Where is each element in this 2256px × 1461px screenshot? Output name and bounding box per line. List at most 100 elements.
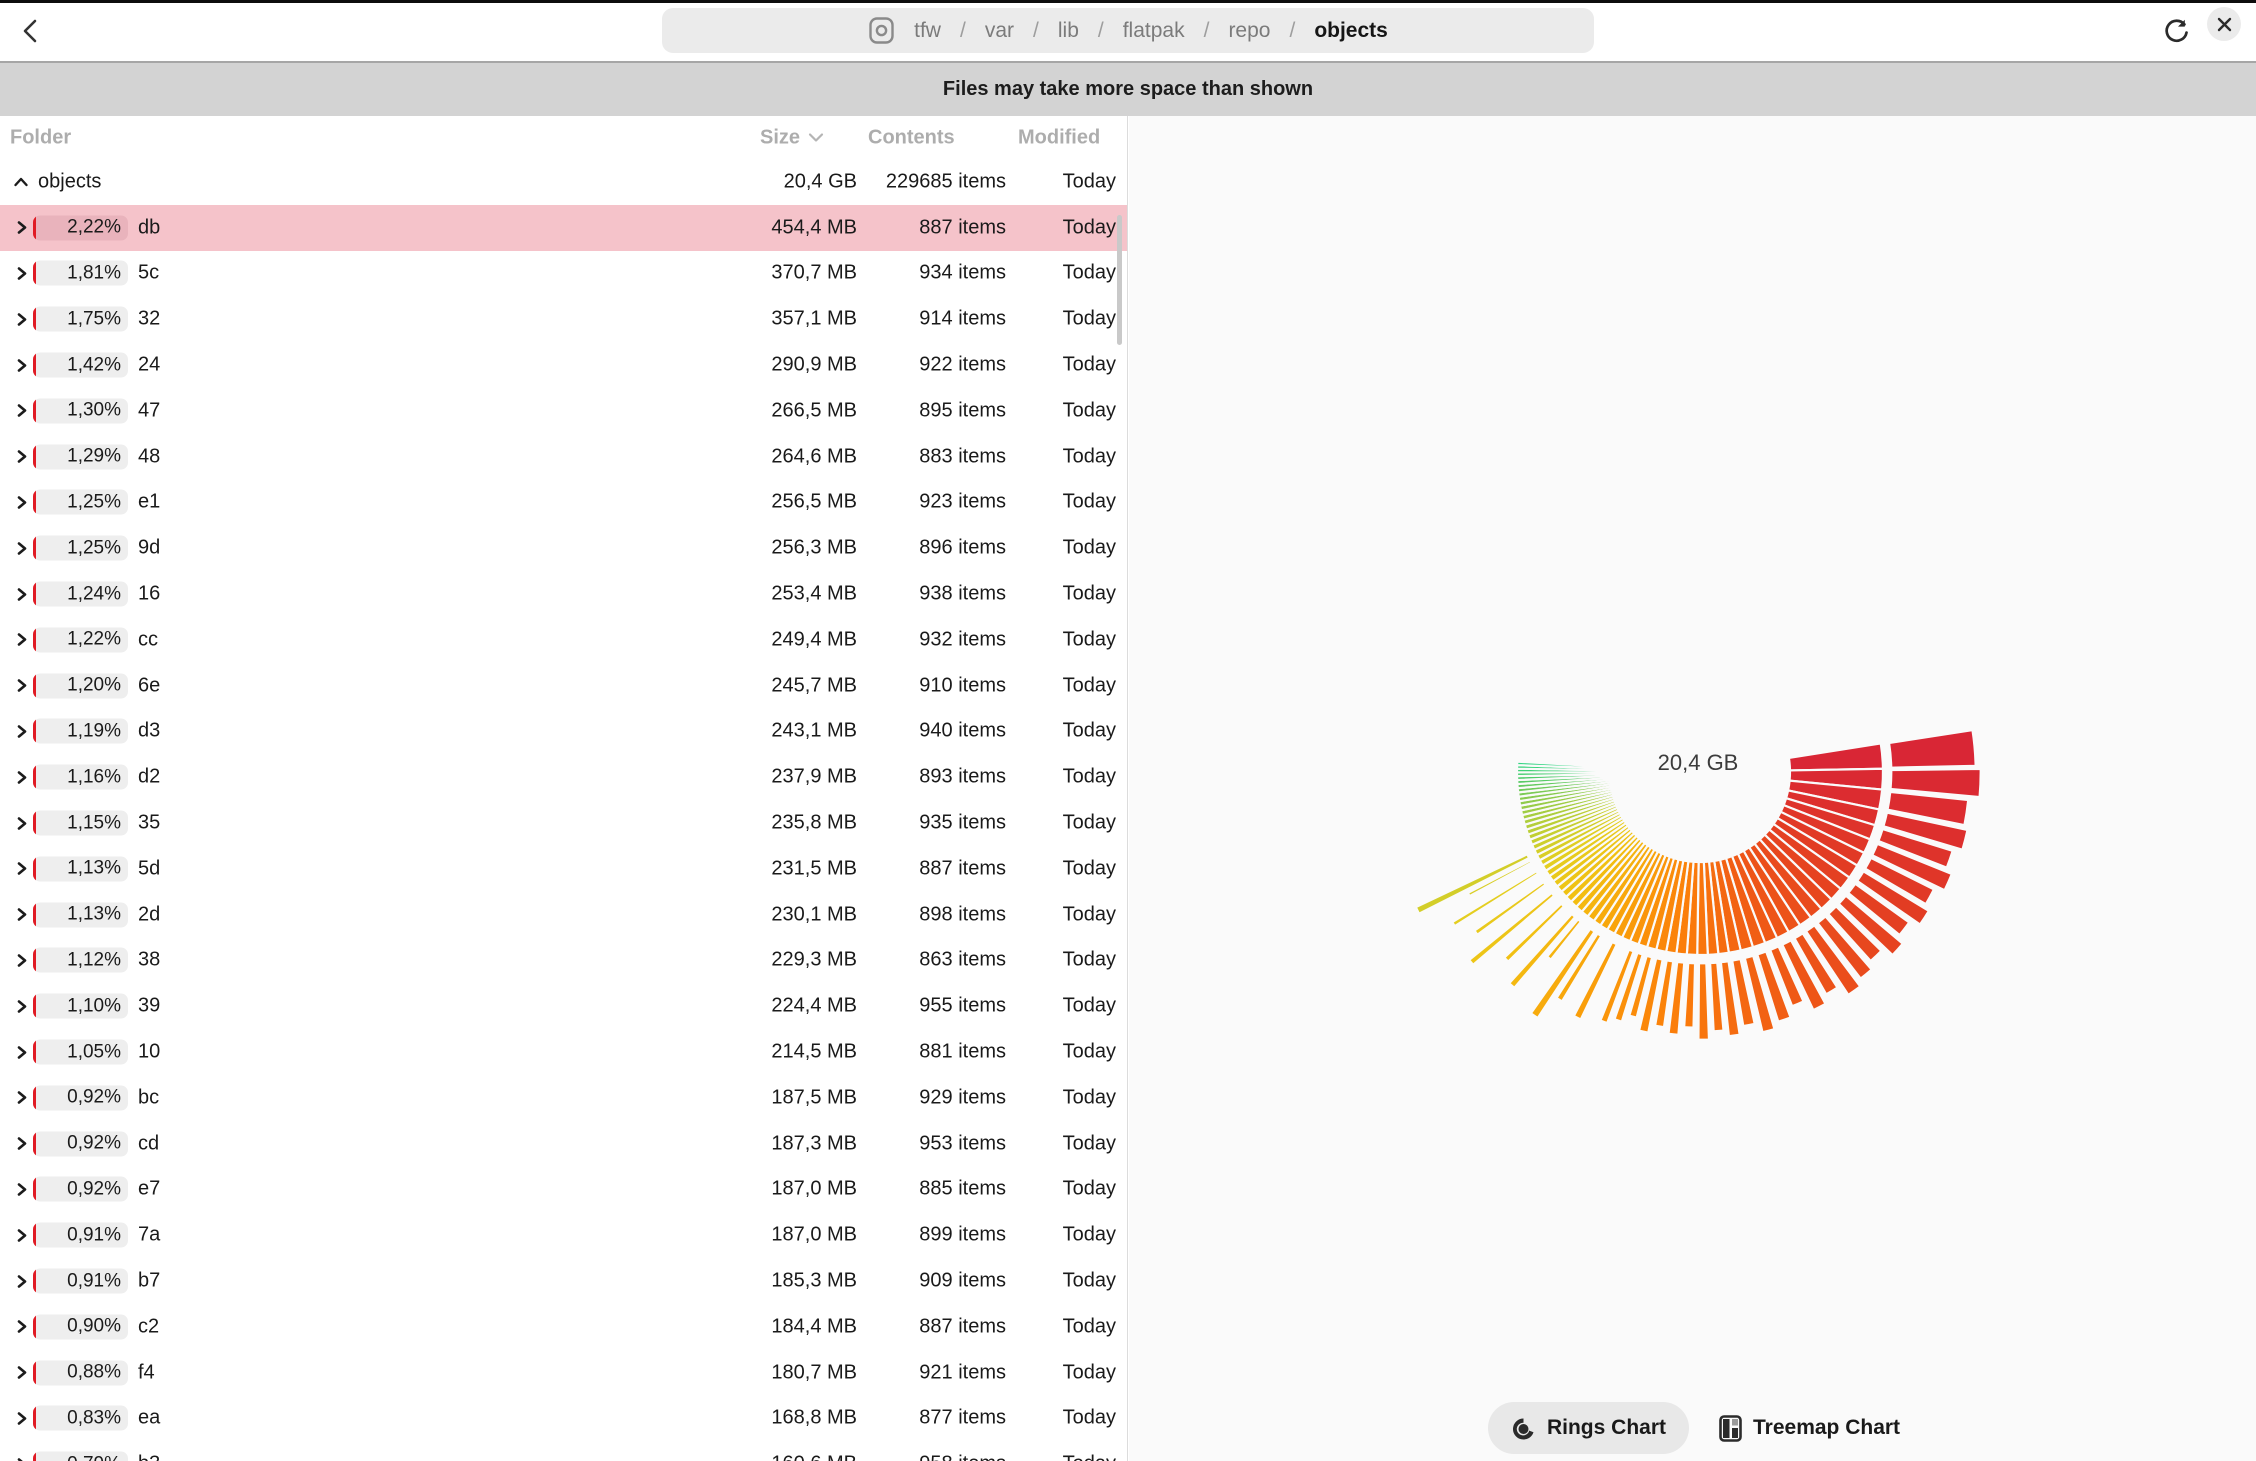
table-row-bc[interactable]: 0,92%bc187,5 MB929 itemsToday xyxy=(0,1075,1127,1121)
expand-icon[interactable] xyxy=(10,400,32,422)
expand-icon[interactable] xyxy=(10,904,32,926)
table-row-5c[interactable]: 1,81%5c370,7 MB934 itemsToday xyxy=(0,251,1127,297)
table-row-39[interactable]: 1,10%39224,4 MB955 itemsToday xyxy=(0,983,1127,1029)
table-row-9d[interactable]: 1,25%9d256,3 MB896 itemsToday xyxy=(0,525,1127,571)
table-row-5d[interactable]: 1,13%5d231,5 MB887 itemsToday xyxy=(0,846,1127,892)
breadcrumb-segment-var[interactable]: var xyxy=(985,19,1014,43)
folder-size: 185,3 MB xyxy=(771,1270,857,1293)
table-row-38[interactable]: 1,12%38229,3 MB863 itemsToday xyxy=(0,938,1127,984)
table-row-e7[interactable]: 0,92%e7187,0 MB885 itemsToday xyxy=(0,1167,1127,1213)
folder-name: 9d xyxy=(138,537,160,560)
expand-icon[interactable] xyxy=(10,858,32,880)
expand-icon[interactable] xyxy=(10,583,32,605)
ring-child-segment-e7[interactable] xyxy=(1698,963,1709,1040)
table-row-2d[interactable]: 1,13%2d230,1 MB898 itemsToday xyxy=(0,892,1127,938)
ring-child-segment-db[interactable] xyxy=(1889,730,1976,768)
breadcrumb-segment-objects[interactable]: objects xyxy=(1314,19,1388,43)
expand-icon[interactable] xyxy=(10,1224,32,1246)
table-row-10[interactable]: 1,05%10214,5 MB881 itemsToday xyxy=(0,1029,1127,1075)
table-row-cd[interactable]: 0,92%cd187,3 MB953 itemsToday xyxy=(0,1121,1127,1167)
percent-value: 0,90% xyxy=(67,1316,121,1338)
folder-name: c2 xyxy=(138,1315,159,1338)
expand-icon[interactable] xyxy=(10,1362,32,1384)
expand-icon[interactable] xyxy=(10,1316,32,1338)
ring-segment-db[interactable] xyxy=(1789,743,1883,770)
table-row-cc[interactable]: 1,22%cc249,4 MB932 itemsToday xyxy=(0,617,1127,663)
expand-icon[interactable] xyxy=(10,491,32,513)
table-row-ea[interactable]: 0,83%ea168,8 MB877 itemsToday xyxy=(0,1396,1127,1442)
expand-icon[interactable] xyxy=(10,812,32,834)
table-row-32[interactable]: 1,75%32357,1 MB914 itemsToday xyxy=(0,296,1127,342)
table-row-d3[interactable]: 1,19%d3243,1 MB940 itemsToday xyxy=(0,709,1127,755)
table-row-b7[interactable]: 0,91%b7185,3 MB909 itemsToday xyxy=(0,1258,1127,1304)
breadcrumb-segment-tfw[interactable]: tfw xyxy=(914,19,941,43)
breadcrumb-segment-lib[interactable]: lib xyxy=(1058,19,1079,43)
folder-size: 187,0 MB xyxy=(771,1224,857,1247)
table-row-c2[interactable]: 0,90%c2184,4 MB887 itemsToday xyxy=(0,1304,1127,1350)
expand-icon[interactable] xyxy=(10,1178,32,1200)
expand-icon[interactable] xyxy=(10,949,32,971)
table-row-e1[interactable]: 1,25%e1256,5 MB923 itemsToday xyxy=(0,480,1127,526)
percent-bar-fill xyxy=(33,856,36,881)
table-row-48[interactable]: 1,29%48264,6 MB883 itemsToday xyxy=(0,434,1127,480)
percent-bar-fill xyxy=(33,1177,36,1202)
table-row-16[interactable]: 1,24%16253,4 MB938 itemsToday xyxy=(0,571,1127,617)
table-row-d2[interactable]: 1,16%d2237,9 MB893 itemsToday xyxy=(0,754,1127,800)
expand-icon[interactable] xyxy=(10,537,32,559)
folder-contents: 909 items xyxy=(919,1270,1006,1293)
table-row-6e[interactable]: 1,20%6e245,7 MB910 itemsToday xyxy=(0,663,1127,709)
expand-icon[interactable] xyxy=(10,1041,32,1063)
scrollbar-thumb[interactable] xyxy=(1117,215,1122,345)
breadcrumb-segment-flatpak[interactable]: flatpak xyxy=(1123,19,1185,43)
table-row-db[interactable]: 2,22%db454,4 MB887 itemsToday xyxy=(0,205,1127,251)
expand-icon[interactable] xyxy=(10,766,32,788)
percent-value: 0,92% xyxy=(67,1133,121,1155)
column-header-folder[interactable]: Folder xyxy=(10,126,71,149)
percent-value: 0,88% xyxy=(67,1362,121,1384)
column-header-size[interactable]: Size xyxy=(760,126,824,149)
table-row-47[interactable]: 1,30%47266,5 MB895 itemsToday xyxy=(0,388,1127,434)
expand-icon[interactable] xyxy=(10,1453,32,1461)
expand-icon[interactable] xyxy=(10,217,32,239)
percent-bar-fill xyxy=(33,490,36,515)
folder-contents: 921 items xyxy=(919,1361,1006,1384)
table-row-35[interactable]: 1,15%35235,8 MB935 itemsToday xyxy=(0,800,1127,846)
expand-icon[interactable] xyxy=(10,1087,32,1109)
folder-contents: 953 items xyxy=(919,1132,1006,1155)
expand-icon[interactable] xyxy=(10,675,32,697)
table-row-24[interactable]: 1,42%24290,9 MB922 itemsToday xyxy=(0,342,1127,388)
rings-chart-label: Rings Chart xyxy=(1547,1416,1666,1440)
table-row-b3[interactable]: 0,79%b3160,6 MB958 itemsToday xyxy=(0,1441,1127,1461)
expand-icon[interactable] xyxy=(10,1270,32,1292)
breadcrumb[interactable]: tfw/var/lib/flatpak/repo/objects xyxy=(662,8,1594,53)
expand-icon[interactable] xyxy=(10,354,32,376)
expand-icon[interactable] xyxy=(10,1133,32,1155)
folder-size: 229,3 MB xyxy=(771,949,857,972)
percent-bar-fill xyxy=(33,444,36,469)
table-row-f4[interactable]: 0,88%f4180,7 MB921 itemsToday xyxy=(0,1350,1127,1396)
collapse-icon[interactable] xyxy=(10,171,32,193)
ring-child-segment-7a[interactable] xyxy=(1684,963,1696,1028)
folder-modified: Today xyxy=(1063,216,1116,239)
back-button[interactable] xyxy=(10,10,52,52)
table-row-objects[interactable]: objects20,4 GB229685 itemsToday xyxy=(0,159,1127,205)
reload-button[interactable] xyxy=(2154,9,2198,53)
folder-contents: 229685 items xyxy=(886,170,1006,193)
table-row-7a[interactable]: 0,91%7a187,0 MB899 itemsToday xyxy=(0,1212,1127,1258)
expand-icon[interactable] xyxy=(10,446,32,468)
expand-icon[interactable] xyxy=(10,720,32,742)
expand-icon[interactable] xyxy=(10,629,32,651)
rings-chart-button[interactable]: Rings Chart xyxy=(1488,1402,1689,1454)
expand-icon[interactable] xyxy=(10,262,32,284)
folder-contents: 940 items xyxy=(919,720,1006,743)
expand-icon[interactable] xyxy=(10,995,32,1017)
expand-icon[interactable] xyxy=(10,308,32,330)
treemap-chart-button[interactable]: Treemap Chart xyxy=(1705,1402,1914,1454)
expand-icon[interactable] xyxy=(10,1407,32,1429)
column-header-modified[interactable]: Modified xyxy=(1018,126,1100,149)
folder-modified: Today xyxy=(1063,583,1116,606)
breadcrumb-segment-repo[interactable]: repo xyxy=(1228,19,1270,43)
close-button[interactable] xyxy=(2207,7,2241,41)
folder-name: bc xyxy=(138,1086,159,1109)
column-header-contents[interactable]: Contents xyxy=(868,126,955,149)
